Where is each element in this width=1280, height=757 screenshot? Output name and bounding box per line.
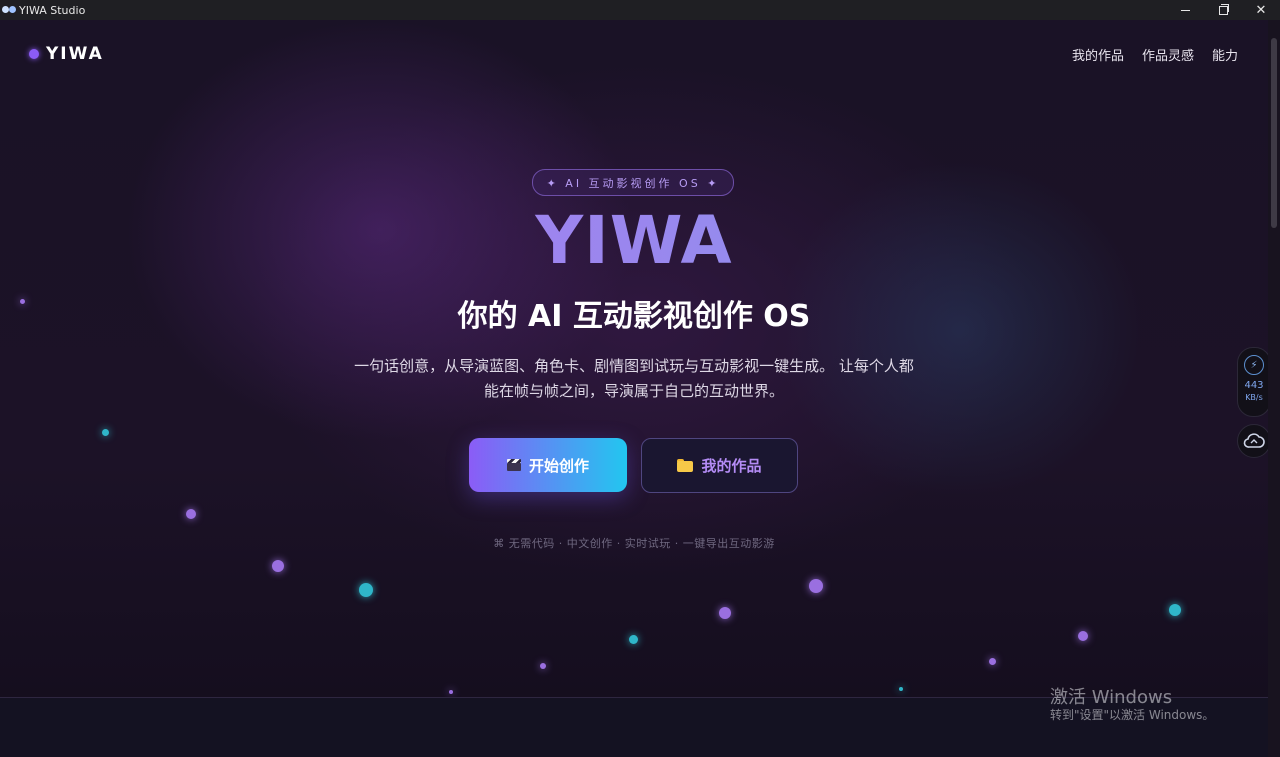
app-logo-icon <box>2 5 16 15</box>
hero-brand-title: YIWA <box>0 208 1268 274</box>
my-works-button[interactable]: 我的作品 <box>641 438 798 493</box>
hero-features-text: 无需代码 · 中文创作 · 实时试玩 · 一键导出互动影游 <box>508 537 775 550</box>
speed-value: 443 <box>1244 380 1264 391</box>
nav-link-inspiration[interactable]: 作品灵感 <box>1142 45 1194 64</box>
minimize-button[interactable] <box>1166 0 1204 20</box>
scrollbar-thumb[interactable] <box>1271 38 1277 228</box>
hero-headline: 你的 AI 互动影视创作 OS <box>457 299 811 334</box>
hero-description: 一句话创意，从导演蓝图、角色卡、剧情图到试玩与互动影视一键生成。 让每个人都 能… <box>330 354 938 404</box>
windows-activation-subtitle: 转到"设置"以激活 Windows。 <box>1050 708 1215 722</box>
speed-gauge-icon: ⚡ <box>1244 355 1264 375</box>
speed-unit: KB/s <box>1245 393 1263 402</box>
start-creating-button[interactable]: 开始创作 <box>469 438 627 492</box>
logo-dot-icon <box>29 49 39 59</box>
folder-icon <box>677 459 694 472</box>
particle <box>629 635 638 644</box>
hero-features: ⌘ 无需代码 · 中文创作 · 实时试玩 · 一键导出互动影游 <box>0 535 1268 551</box>
window-title: YIWA Studio <box>19 3 86 17</box>
cloud-sync-icon <box>1243 433 1265 448</box>
particle <box>989 658 996 665</box>
close-icon: ✕ <box>1255 2 1267 18</box>
particle <box>719 607 731 619</box>
maximize-button[interactable] <box>1204 0 1242 20</box>
particle <box>1078 631 1088 641</box>
clapperboard-icon <box>506 459 521 471</box>
logo-text: YIWA <box>46 44 104 64</box>
hero-tag-pill: ✦ AI 互动影视创作 OS ✦ <box>532 169 734 196</box>
particle <box>272 560 284 572</box>
particle <box>449 690 453 694</box>
cloud-sync-button[interactable] <box>1237 424 1271 458</box>
app-viewport: YIWA 我的作品 作品灵感 能力 ✦ AI 互动影视创作 OS ✦ YIWA … <box>0 20 1280 757</box>
window-titlebar: YIWA Studio ✕ <box>0 0 1280 20</box>
restore-icon <box>1218 3 1229 15</box>
hero-description-line2: 能在帧与帧之间，导演属于自己的互动世界。 <box>483 382 784 400</box>
my-works-label: 我的作品 <box>701 457 762 475</box>
nav-logo[interactable]: YIWA <box>29 44 104 64</box>
nav-link-capabilities[interactable]: 能力 <box>1212 45 1238 64</box>
particle <box>186 509 196 519</box>
nav-link-my-works[interactable]: 我的作品 <box>1072 45 1124 64</box>
vertical-scrollbar[interactable] <box>1268 20 1280 757</box>
particle <box>540 663 546 669</box>
minimize-icon <box>1180 9 1190 11</box>
hero-description-line1: 一句话创意，从导演蓝图、角色卡、剧情图到试玩与互动影视一键生成。 让每个人都 <box>354 357 914 375</box>
command-icon: ⌘ <box>493 537 505 550</box>
network-speed-widget[interactable]: ⚡ 443 KB/s <box>1237 347 1271 417</box>
particle <box>359 583 373 597</box>
particle <box>899 687 903 691</box>
particle <box>1169 604 1181 616</box>
particle <box>102 429 109 436</box>
close-button[interactable]: ✕ <box>1242 0 1280 20</box>
nav-links: 我的作品 作品灵感 能力 <box>1072 45 1238 64</box>
particle <box>809 579 823 593</box>
start-creating-label: 开始创作 <box>528 456 589 475</box>
window-controls: ✕ <box>1166 0 1280 20</box>
